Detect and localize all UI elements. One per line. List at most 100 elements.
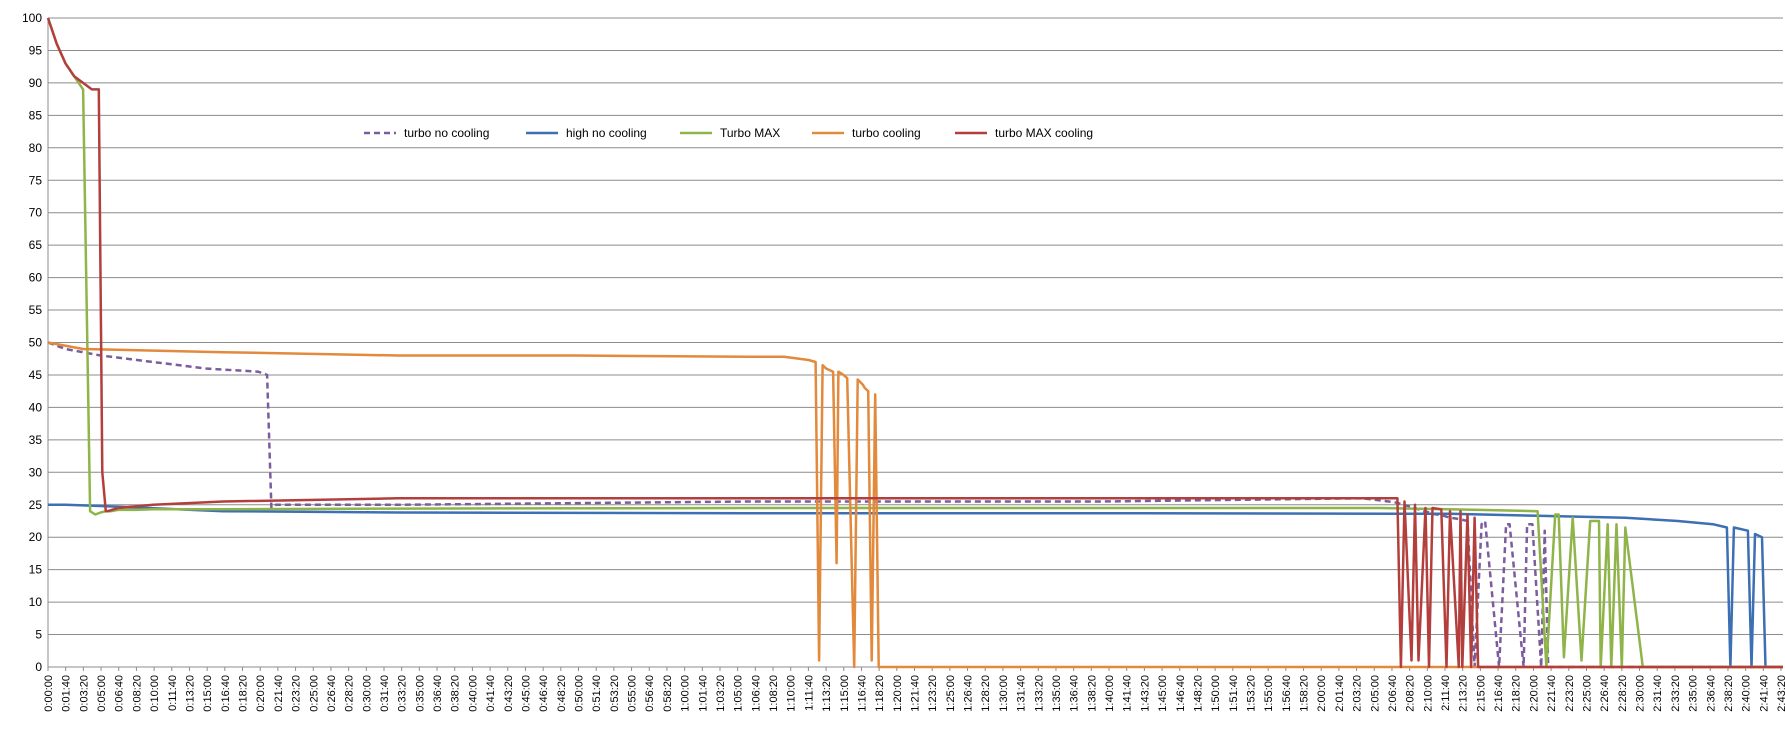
x-tick-label: 2:26:40 [1599, 675, 1611, 712]
x-tick-label: 0:58:20 [662, 675, 674, 712]
x-tick-label: 1:16:40 [856, 675, 868, 712]
x-tick-label: 1:10:00 [786, 675, 798, 712]
x-tick-label: 0:41:40 [485, 675, 497, 712]
x-tick-label: 1:00:00 [680, 675, 692, 712]
x-tick-label: 1:11:40 [803, 675, 815, 711]
x-tick-label: 1:26:40 [963, 675, 975, 712]
x-tick-label: 2:31:40 [1652, 675, 1664, 712]
legend-label: turbo MAX cooling [995, 126, 1093, 140]
y-tick-label: 15 [29, 563, 43, 577]
legend-label: Turbo MAX [720, 126, 780, 140]
legend-label: turbo no cooling [404, 126, 489, 140]
x-tick-label: 2:11:40 [1440, 675, 1452, 711]
x-tick-label: 2:40:00 [1741, 675, 1753, 712]
x-tick-label: 0:33:20 [397, 675, 409, 712]
x-tick-label: 0:43:20 [503, 675, 515, 712]
x-tick-label: 0:21:40 [273, 675, 285, 712]
x-tick-label: 1:28:20 [980, 675, 992, 712]
x-tick-label: 1:21:40 [910, 675, 922, 712]
x-tick-label: 2:08:20 [1405, 675, 1417, 712]
x-tick-label: 1:43:20 [1139, 675, 1151, 712]
x-tick-label: 1:01:40 [697, 675, 709, 712]
x-tick-label: 0:38:20 [450, 675, 462, 712]
x-tick-label: 1:56:40 [1281, 675, 1293, 712]
y-tick-label: 50 [29, 336, 43, 350]
x-tick-label: 0:25:00 [308, 675, 320, 712]
y-tick-label: 65 [29, 238, 43, 252]
x-tick-label: 0:50:00 [574, 675, 586, 712]
x-tick-label: 1:25:00 [945, 675, 957, 712]
x-tick-label: 0:35:00 [414, 675, 426, 712]
x-tick-label: 0:56:40 [644, 675, 656, 712]
x-tick-label: 2:21:40 [1546, 675, 1558, 712]
y-tick-label: 100 [22, 11, 42, 25]
x-tick-label: 2:28:20 [1617, 675, 1629, 712]
y-tick-label: 20 [29, 530, 43, 544]
legend-label: turbo cooling [852, 126, 921, 140]
x-tick-label: 2:05:00 [1369, 675, 1381, 712]
x-tick-label: 1:58:20 [1299, 675, 1311, 712]
y-tick-label: 70 [29, 206, 43, 220]
x-tick-label: 1:51:40 [1228, 675, 1240, 712]
x-tick-label: 1:50:00 [1210, 675, 1222, 712]
x-tick-label: 2:06:40 [1387, 675, 1399, 712]
x-tick-label: 1:20:00 [892, 675, 904, 712]
x-tick-label: 2:23:20 [1564, 675, 1576, 712]
x-tick-label: 1:23:20 [927, 675, 939, 712]
x-tick-label: 2:36:40 [1705, 675, 1717, 712]
x-tick-label: 2:00:00 [1316, 675, 1328, 712]
x-tick-label: 1:05:00 [733, 675, 745, 712]
y-tick-label: 80 [29, 141, 43, 155]
y-tick-label: 45 [29, 368, 43, 382]
x-tick-label: 0:36:40 [432, 675, 444, 712]
x-tick-label: 0:06:40 [114, 675, 126, 712]
x-tick-label: 1:46:40 [1175, 675, 1187, 712]
x-tick-label: 0:40:00 [467, 675, 479, 712]
x-tick-label: 1:18:20 [874, 675, 886, 712]
x-tick-label: 1:03:20 [715, 675, 727, 712]
y-tick-label: 30 [29, 465, 43, 479]
x-tick-label: 0:48:20 [556, 675, 568, 712]
x-tick-label: 0:08:20 [131, 675, 143, 712]
y-tick-label: 55 [29, 303, 43, 317]
x-tick-label: 2:43:20 [1776, 675, 1785, 712]
y-tick-label: 90 [29, 76, 43, 90]
x-tick-label: 2:35:00 [1688, 675, 1700, 712]
y-tick-labels: 0 5 10 15 20 25 30 35 40 45 50 55 60 65 70 75 80 85 90 95 10… [22, 11, 42, 674]
x-tick-label: 1:45:00 [1157, 675, 1169, 712]
x-tick-label: 1:08:20 [768, 675, 780, 712]
x-tick-label: 2:25:00 [1581, 675, 1593, 712]
y-tick-label: 75 [29, 173, 43, 187]
x-tick-label: 1:35:00 [1051, 675, 1063, 712]
x-tick-label: 0:10:00 [149, 675, 161, 712]
y-tick-label: 95 [29, 43, 43, 57]
x-tick-label: 0:31:40 [379, 675, 391, 712]
y-tick-label: 25 [29, 498, 43, 512]
y-tick-label: 85 [29, 108, 43, 122]
x-tick-label: 1:15:00 [839, 675, 851, 712]
x-tick-label: 0:55:00 [627, 675, 639, 712]
x-tick-label: 2:03:20 [1352, 675, 1364, 712]
y-tick-label: 0 [35, 660, 42, 674]
axes [47, 18, 1783, 671]
x-tick-label: 2:20:00 [1528, 675, 1540, 712]
x-tick-label: 1:38:20 [1086, 675, 1098, 712]
series-line-1 [48, 503, 1783, 669]
line-chart: 0 5 10 15 20 25 30 35 40 45 50 55 60 65 70 75 80 85 90 95 10… [22, 11, 1785, 712]
x-tick-label: 2:30:00 [1635, 675, 1647, 712]
x-tick-label: 0:05:00 [96, 675, 108, 712]
x-tick-label: 1:40:00 [1104, 675, 1116, 712]
y-tick-label: 10 [29, 595, 43, 609]
x-tick-labels: 0:00:00 0:01:40 0:03:20 0:05:00 0:06:40 0:08:… [43, 675, 1785, 712]
x-tick-label: 2:38:20 [1723, 675, 1735, 712]
x-tick-label: 2:01:40 [1334, 675, 1346, 712]
y-tick-label: 40 [29, 400, 43, 414]
x-tick-label: 1:55:00 [1263, 675, 1275, 712]
x-tick-label: 0:20:00 [255, 675, 267, 712]
x-tick-label: 0:51:40 [591, 675, 603, 712]
x-tick-label: 1:33:20 [1033, 675, 1045, 712]
x-tick-label: 0:28:20 [344, 675, 356, 712]
x-tick-label: 0:16:40 [220, 675, 232, 712]
x-tick-label: 0:30:00 [361, 675, 373, 712]
x-tick-label: 1:48:20 [1192, 675, 1204, 712]
